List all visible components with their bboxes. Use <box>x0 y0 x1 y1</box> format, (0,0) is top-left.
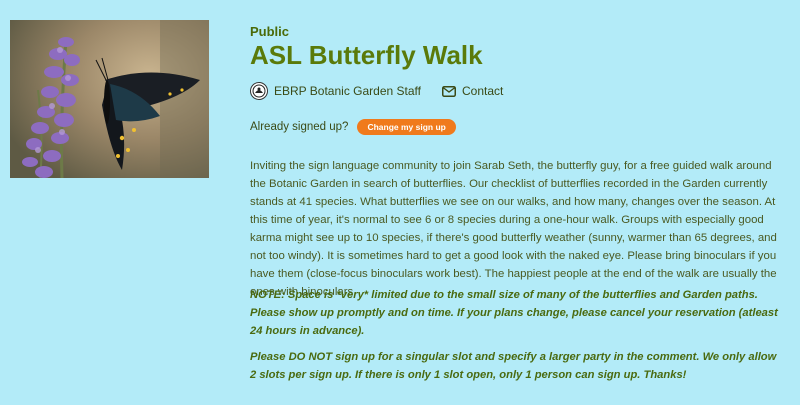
contact-link[interactable]: Contact <box>442 84 503 98</box>
event-photo <box>10 20 209 178</box>
space-note: NOTE: Space is *very* limited due to the… <box>250 289 778 337</box>
butterfly-on-lavender-image <box>10 20 209 178</box>
organizer-avatar-icon <box>252 84 266 98</box>
slots-note: Please DO NOT sign up for a singular slo… <box>250 351 777 381</box>
organizer-avatar <box>250 82 268 100</box>
visibility-label: Public <box>250 24 290 39</box>
change-signup-button[interactable]: Change my sign up <box>357 119 456 135</box>
organizer-name: EBRP Botanic Garden Staff <box>274 84 421 98</box>
event-title: ASL Butterfly Walk <box>250 40 483 70</box>
signup-status-text: Already signed up? <box>250 121 349 133</box>
organizer[interactable]: EBRP Botanic Garden Staff <box>250 82 421 100</box>
signup-status-row: Already signed up? Change my sign up <box>250 119 456 135</box>
envelope-icon <box>442 85 456 97</box>
event-description: Inviting the sign language community to … <box>250 160 777 298</box>
contact-label: Contact <box>462 84 504 98</box>
